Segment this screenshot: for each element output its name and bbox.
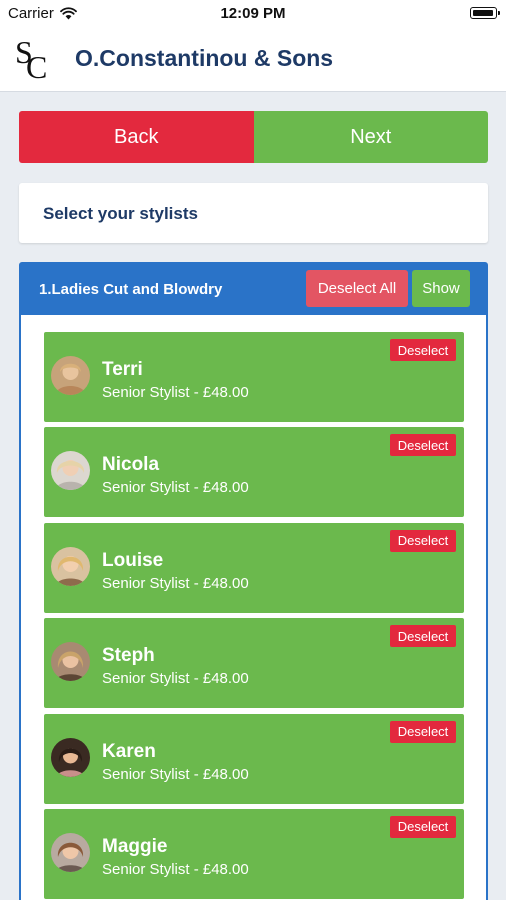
avatar [51,356,90,395]
stylist-role: Senior Stylist - £48.00 [102,860,249,878]
stylist-role: Senior Stylist - £48.00 [102,384,249,401]
prompt-card: Select your stylists [19,183,488,243]
stylist-role: Senior Stylist - £48.00 [102,765,249,783]
show-button[interactable]: Show [412,270,470,307]
stylist-list: Terri Senior Stylist - £48.00 Deselect N… [44,332,464,900]
stylist-name: Terri [102,359,143,380]
service-header: 1.Ladies Cut and Blowdry Deselect All Sh… [21,264,486,315]
battery-icon [470,7,500,19]
stylist-name: Nicola [102,454,160,476]
stylist-role: Senior Stylist - £48.00 [102,670,249,688]
stylist-card-steph[interactable]: Steph Senior Stylist - £48.00 Deselect [44,618,464,709]
stylist-role: Senior Stylist - £48.00 [102,479,249,497]
stylist-name: Steph [102,645,155,667]
deselect-button[interactable]: Deselect [390,339,456,361]
deselect-button[interactable]: Deselect [390,625,456,648]
stylist-name: Maggie [102,835,168,857]
deselect-button[interactable]: Deselect [390,720,456,743]
stylist-role: Senior Stylist - £48.00 [102,574,249,592]
stylist-card-louise[interactable]: Louise Senior Stylist - £48.00 Deselect [44,522,464,613]
service-title: 1.Ladies Cut and Blowdry [39,281,223,298]
stylist-card-maggie[interactable]: Maggie Senior Stylist - £48.00 Deselect [44,808,464,899]
logo: S C [15,36,47,82]
stylist-card-karen[interactable]: Karen Senior Stylist - £48.00 Deselect [44,713,464,804]
service-panel: 1.Ladies Cut and Blowdry Deselect All Sh… [19,262,488,900]
deselect-button[interactable]: Deselect [390,815,456,838]
avatar [51,546,90,586]
avatar [51,642,90,682]
logo-c: C [26,49,47,82]
deselect-button[interactable]: Deselect [390,434,456,457]
status-time: 12:09 PM [220,5,286,22]
stylist-name: Louise [102,549,164,571]
avatar [51,832,90,872]
app-header: S C O.Constantinou & Sons [0,26,506,92]
next-button[interactable]: Next [253,111,488,163]
deselect-all-button[interactable]: Deselect All [306,270,408,307]
avatar [51,737,90,777]
avatar [51,451,90,491]
stylist-name: Karen [102,740,156,762]
stylist-card-terri[interactable]: Terri Senior Stylist - £48.00 Deselect [44,332,464,422]
deselect-button[interactable]: Deselect [390,529,456,552]
prompt-text: Select your stylists [43,204,198,223]
nav-buttons: Back Next [19,111,488,163]
status-bar: Carrier 12:09 PM [0,0,506,26]
app-title: O.Constantinou & Sons [75,45,334,71]
back-button[interactable]: Back [19,111,254,163]
stylist-card-nicola[interactable]: Nicola Senior Stylist - £48.00 Deselect [44,427,464,518]
